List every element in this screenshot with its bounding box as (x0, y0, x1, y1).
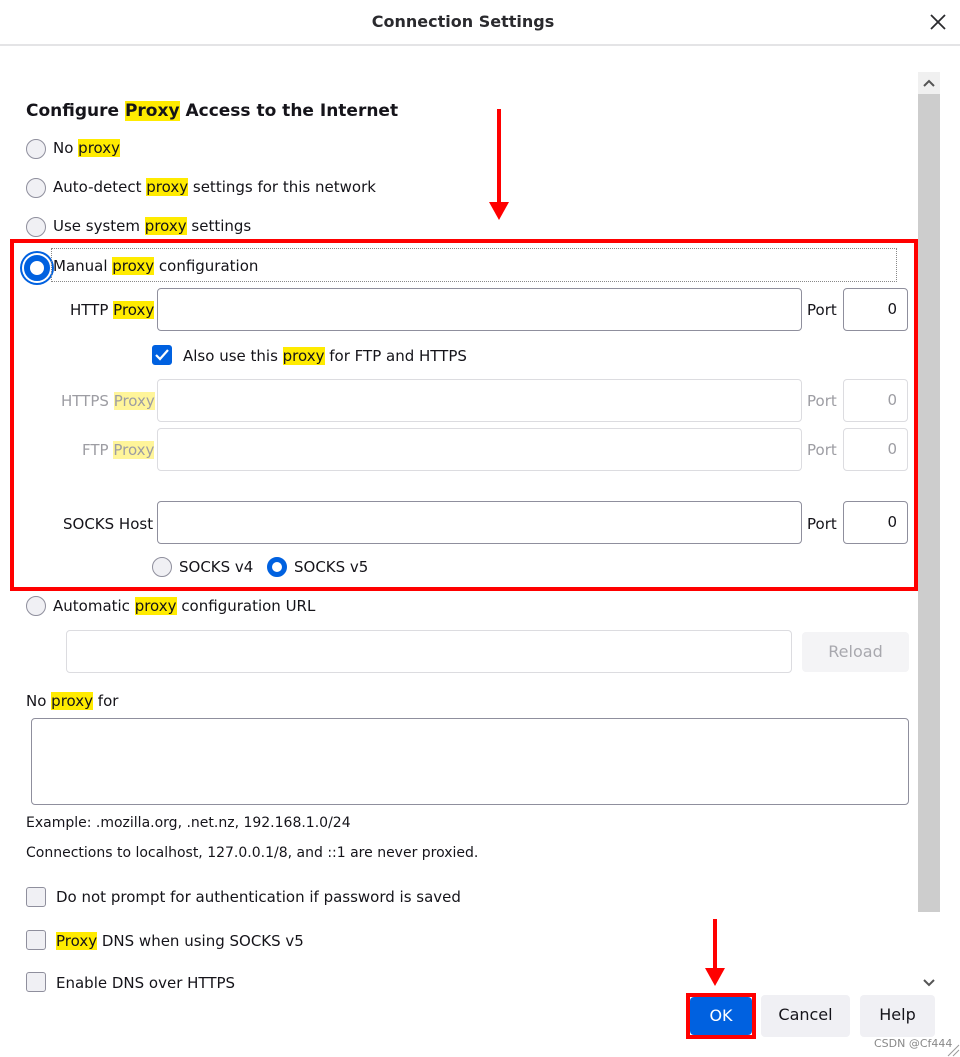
label-highlight: proxy (78, 139, 121, 157)
label-text: Also use this (183, 347, 283, 365)
dialog-title: Connection Settings (371, 12, 555, 31)
https-port-input: 0 (843, 379, 908, 422)
label-ftp-port: Port (807, 441, 837, 459)
close-icon (930, 14, 946, 30)
arrow-head-icon (489, 202, 509, 220)
label-auto-config-url[interactable]: Automatic proxy configuration URL (53, 597, 315, 615)
label-text-end: for (93, 692, 119, 710)
label-highlight: proxy (112, 257, 155, 275)
http-proxy-input[interactable] (157, 288, 802, 331)
label-http-proxy: HTTP Proxy (70, 301, 155, 319)
label-also-use-proxy[interactable]: Also use this proxy for FTP and HTTPS (183, 347, 467, 365)
label-highlight: Proxy (113, 301, 155, 319)
chevron-down-icon (923, 979, 935, 987)
label-text-end: settings for this network (188, 178, 376, 196)
label-use-system[interactable]: Use system proxy settings (53, 217, 251, 235)
label-no-proxy[interactable]: No proxy (53, 139, 121, 157)
label-text: Auto-detect (53, 178, 147, 196)
auto-config-url-input[interactable] (66, 630, 792, 673)
label-text-end: DNS when using SOCKS v5 (97, 932, 304, 950)
http-port-input[interactable]: 0 (843, 288, 908, 331)
scroll-up-button[interactable] (918, 72, 940, 94)
radio-auto-config-url[interactable] (26, 596, 46, 616)
radio-socks-v5[interactable] (267, 557, 287, 577)
label-highlight: proxy (146, 178, 189, 196)
no-proxy-textarea[interactable] (31, 718, 909, 805)
checkmark-icon (155, 349, 169, 361)
label-highlight: proxy (134, 597, 177, 615)
radio-socks-v4[interactable] (152, 557, 172, 577)
label-highlight: proxy (282, 347, 325, 365)
label-text: HTTPS (61, 392, 114, 410)
label-auto-detect[interactable]: Auto-detect proxy settings for this netw… (53, 178, 376, 196)
no-proxy-example: Example: .mozilla.org, .net.nz, 192.168.… (26, 815, 351, 831)
label-text-end: configuration URL (176, 597, 316, 615)
checkbox-no-auth-prompt[interactable] (26, 887, 46, 907)
label-highlight: Proxy (113, 441, 155, 459)
heading-text-end: Access to the Internet (179, 101, 399, 121)
label-text: No (26, 692, 52, 710)
label-text-end: for FTP and HTTPS (324, 347, 467, 365)
checkbox-also-use-proxy[interactable] (152, 345, 172, 365)
arrow-head-icon (705, 968, 725, 986)
heading-text: Configure (26, 101, 125, 121)
chevron-up-icon (923, 79, 935, 87)
socks-host-input[interactable] (157, 501, 802, 544)
label-text: No (53, 139, 79, 157)
help-button[interactable]: Help (860, 995, 935, 1037)
label-socks-host: SOCKS Host (63, 515, 154, 533)
label-dns-over-https[interactable]: Enable DNS over HTTPS (56, 974, 235, 992)
ftp-port-input: 0 (843, 428, 908, 471)
label-proxy-dns[interactable]: Proxy DNS when using SOCKS v5 (56, 932, 304, 950)
reload-button[interactable]: Reload (802, 632, 909, 672)
label-highlight: Proxy (113, 392, 155, 410)
https-proxy-input (157, 379, 802, 422)
radio-use-system[interactable] (26, 217, 46, 237)
ftp-proxy-input (157, 428, 802, 471)
label-http-port: Port (807, 301, 837, 319)
scroll-down-button[interactable] (918, 972, 940, 994)
label-text: HTTP (70, 301, 114, 319)
cancel-button[interactable]: Cancel (761, 995, 850, 1037)
resize-grip-icon[interactable] (946, 1043, 960, 1057)
label-ftp-proxy: FTP Proxy (82, 441, 155, 459)
label-socks-v5[interactable]: SOCKS v5 (294, 558, 368, 576)
label-text: Automatic (53, 597, 135, 615)
annotation-arrow (497, 109, 501, 204)
scrollbar-track-lower[interactable] (918, 912, 940, 972)
radio-no-proxy[interactable] (26, 139, 46, 159)
watermark: CSDN @Cf444 (874, 1037, 953, 1050)
label-https-proxy: HTTPS Proxy (61, 392, 155, 410)
close-button[interactable] (924, 8, 952, 36)
section-heading: Configure Proxy Access to the Internet (26, 101, 398, 121)
label-no-proxy-for: No proxy for (26, 692, 118, 710)
label-https-port: Port (807, 392, 837, 410)
label-no-auth-prompt[interactable]: Do not prompt for authentication if pass… (56, 888, 461, 906)
label-highlight: proxy (144, 217, 187, 235)
radio-auto-detect[interactable] (26, 178, 46, 198)
radio-manual-proxy[interactable] (24, 255, 50, 281)
label-text: Manual (53, 257, 113, 275)
checkbox-proxy-dns[interactable] (26, 930, 46, 950)
label-socks-v4[interactable]: SOCKS v4 (179, 558, 253, 576)
label-text: Use system (53, 217, 145, 235)
label-highlight: Proxy (56, 932, 98, 950)
label-highlight: proxy (51, 692, 94, 710)
socks-port-input[interactable]: 0 (843, 501, 908, 544)
label-socks-port: Port (807, 515, 837, 533)
checkbox-dns-over-https[interactable] (26, 972, 46, 992)
label-text-end: configuration (154, 257, 259, 275)
label-text: FTP (82, 441, 114, 459)
label-text-end: settings (186, 217, 252, 235)
ok-button[interactable]: OK (690, 997, 752, 1035)
scrollbar[interactable] (918, 72, 940, 992)
annotation-arrow-ok (713, 919, 717, 971)
heading-highlight: Proxy (124, 101, 180, 121)
no-proxy-note: Connections to localhost, 127.0.0.1/8, a… (26, 845, 479, 861)
label-manual-proxy[interactable]: Manual proxy configuration (53, 257, 258, 275)
